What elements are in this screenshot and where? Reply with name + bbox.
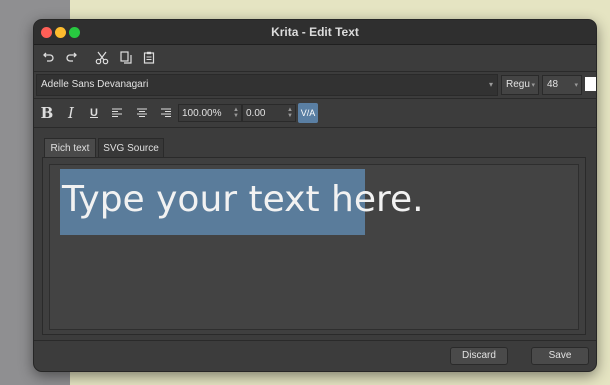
paste-button[interactable] (140, 49, 158, 67)
kerning-toggle[interactable]: V/A (298, 103, 318, 123)
edit-text-dialog: Krita - Edit Text Adelle Sans Devanagari… (33, 19, 597, 372)
tab-svg-source[interactable]: SVG Source (98, 138, 164, 158)
spin-arrows-icon: ▲ ▼ (233, 107, 239, 119)
font-style-combobox[interactable]: Regu ▾ (501, 75, 539, 95)
font-size-value: 48 (547, 79, 559, 90)
copy-button[interactable] (117, 49, 135, 67)
line-height-value: 100.00% (182, 108, 222, 119)
font-family-value: Adelle Sans Devanagari (41, 79, 149, 90)
letter-spacing-value: 0.00 (246, 108, 266, 119)
cut-button[interactable] (93, 49, 111, 67)
align-right-button[interactable] (159, 104, 173, 122)
font-size-combobox[interactable]: 48 ▾ (542, 75, 582, 95)
font-family-combobox[interactable]: Adelle Sans Devanagari ▾ (36, 74, 498, 96)
align-center-icon (137, 108, 147, 117)
cut-icon (95, 51, 109, 65)
spin-arrows-icon: ▲ ▼ (287, 107, 293, 119)
window-title: Krita - Edit Text (271, 25, 359, 39)
chevron-down-icon: ▾ (574, 82, 578, 89)
chevron-down-icon: ▾ (531, 82, 535, 89)
font-style-value: Regu (506, 79, 530, 90)
copy-icon (120, 51, 132, 64)
undo-icon (43, 52, 54, 62)
tab-rich-text[interactable]: Rich text (44, 138, 96, 158)
align-right-icon (161, 108, 171, 117)
italic-button[interactable]: I (65, 104, 77, 122)
font-row: Adelle Sans Devanagari ▾ Regu ▾ 48 ▾ (34, 72, 596, 98)
align-left-button[interactable] (110, 104, 124, 122)
align-left-icon (112, 108, 122, 117)
line-height-spinbox[interactable]: 100.00% ▲ ▼ (178, 104, 242, 122)
redo-icon (66, 52, 77, 62)
undo-button[interactable] (40, 49, 58, 67)
rich-text-panel: Type your text here. (42, 157, 586, 335)
editor-text: Type your text here. (62, 179, 424, 220)
title-bar: Krita - Edit Text (34, 20, 596, 45)
footer-divider (34, 340, 596, 341)
edit-toolbar (34, 45, 596, 71)
align-center-button[interactable] (135, 104, 149, 122)
rich-text-editor[interactable]: Type your text here. (49, 164, 579, 330)
format-row-divider (34, 127, 596, 128)
chevron-down-icon: ▾ (488, 80, 493, 89)
underline-button[interactable]: U (88, 104, 100, 122)
redo-button[interactable] (62, 49, 80, 67)
text-color-swatch[interactable] (585, 77, 596, 91)
discard-button[interactable]: Discard (450, 347, 508, 365)
letter-spacing-spinbox[interactable]: 0.00 ▲ ▼ (242, 104, 296, 122)
format-row: B I U 100.00% ▲ ▼ 0.00 ▲ ▼ V/A (34, 99, 596, 127)
bold-button[interactable]: B (40, 104, 54, 122)
paste-icon (143, 51, 155, 64)
save-button[interactable]: Save (531, 347, 589, 365)
